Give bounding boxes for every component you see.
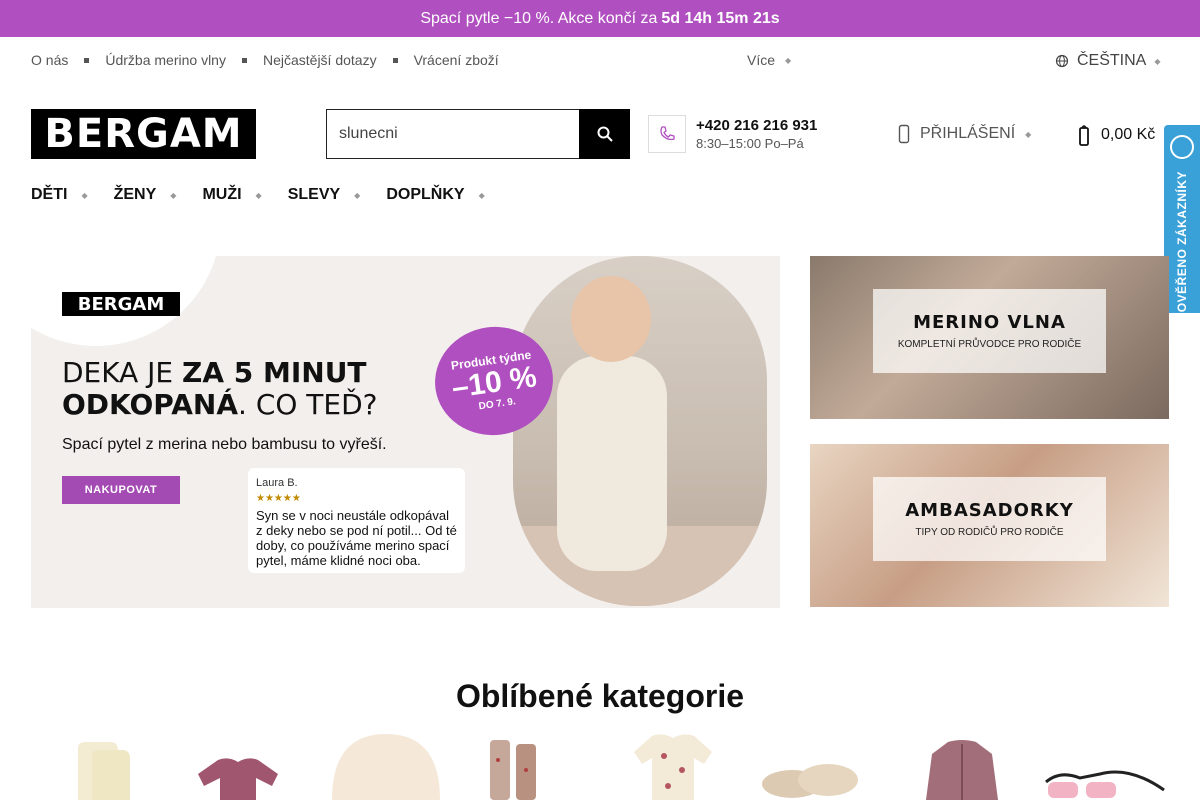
banner-subtitle: TIPY OD RODIČŮ PRO RODIČE — [915, 527, 1064, 538]
top-links: O nás Údržba merino vlny Nejčastější dot… — [31, 52, 499, 68]
cart-button[interactable]: 0,00 Kč — [1079, 124, 1155, 146]
banner-overlay: MERINO VLNA KOMPLETNÍ PRŮVODCE PRO RODIČ… — [873, 289, 1106, 373]
review-stars: ★★★★★ — [256, 493, 301, 504]
banner-title: AMBASADORKY — [905, 500, 1074, 521]
more-dropdown[interactable]: Více ◆ — [747, 52, 791, 68]
jacket-image — [926, 740, 998, 800]
promo-text: Spací pytle −10 %. Akce končí za — [420, 9, 658, 27]
separator-dot — [84, 57, 90, 63]
chevron-down-icon: ◆ — [1154, 56, 1161, 66]
user-icon — [898, 124, 910, 144]
hero-banner[interactable]: BERGAM DEKA JE ZA 5 MINUT ODKOPANÁ. CO T… — [31, 256, 780, 608]
nav-item-kids[interactable]: DĚTI ◆ — [31, 186, 88, 204]
nav-item-accessories[interactable]: DOPLŇKY ◆ — [386, 186, 484, 204]
search-button[interactable] — [579, 109, 630, 159]
bodysuit-image — [198, 758, 278, 800]
phone-number[interactable]: +420 216 216 931 — [696, 117, 817, 134]
cart-icon — [1079, 125, 1089, 146]
language-label: ČEŠTINA — [1077, 52, 1147, 69]
chevron-down-icon: ◆ — [170, 190, 177, 200]
chevron-down-icon: ◆ — [478, 190, 485, 200]
merino-guide-banner[interactable]: MERINO VLNA KOMPLETNÍ PRŮVODCE PRO RODIČ… — [810, 256, 1169, 419]
hero-photo-baby — [513, 256, 767, 606]
promo-countdown: 5d 14h 15m 21s — [661, 9, 780, 27]
nav-item-men[interactable]: MUŽI ◆ — [202, 186, 261, 204]
nav-item-label: ŽENY — [113, 186, 157, 203]
search-icon — [597, 126, 613, 142]
search-input[interactable] — [326, 109, 579, 159]
banner-overlay: AMBASADORKY TIPY OD RODIČŮ PRO RODIČE — [873, 477, 1106, 561]
chevron-down-icon: ◆ — [255, 190, 262, 200]
nav-item-sale[interactable]: SLEVY ◆ — [288, 186, 361, 204]
hero-headline-bold: ZA 5 MINUT — [182, 356, 367, 389]
baby-body-shape — [557, 356, 667, 571]
nav-item-label: MUŽI — [202, 186, 242, 203]
nav-item-label: SLEVY — [287, 186, 341, 203]
banner-subtitle: KOMPLETNÍ PRŮVODCE PRO RODIČE — [897, 339, 1082, 350]
hero-headline-regular: DEKA JE — [62, 356, 183, 389]
main-nav: DĚTI ◆ ŽENY ◆ MUŽI ◆ SLEVY ◆ DOPLŇKY ◆ — [31, 186, 511, 204]
baby-head-shape — [571, 276, 651, 362]
login-label: PŘIHLÁŠENÍ — [920, 125, 1016, 142]
cart-total: 0,00 Kč — [1101, 126, 1156, 143]
category-item-boots[interactable] — [484, 730, 550, 800]
category-item-slippers[interactable] — [758, 730, 862, 800]
review-text: Syn se v noci neustále odkopával z deky … — [256, 508, 457, 568]
nav-item-label: DĚTI — [31, 186, 68, 203]
phone-hours: 8:30–15:00 Po–Pá — [696, 136, 804, 151]
review-author: Laura B. — [256, 477, 298, 489]
top-link-merino-care[interactable]: Údržba merino vlny — [105, 52, 226, 68]
chevron-down-icon: ◆ — [1025, 129, 1032, 139]
chevron-down-icon: ◆ — [354, 190, 361, 200]
phone-icon — [660, 126, 675, 141]
hero-logo: BERGAM — [62, 292, 180, 316]
hat-image — [332, 734, 440, 800]
promo-bar[interactable]: Spací pytle −10 %. Akce končí za 5d 14h … — [0, 0, 1200, 37]
hero-headline-bold: ODKOPANÁ — [62, 388, 239, 421]
verified-badge-label: OVĚŘENO ZÁKAZNÍKY — [1175, 171, 1189, 313]
category-item-jacket[interactable] — [920, 730, 1004, 800]
more-label: Více — [747, 52, 776, 68]
pyjamas-image — [634, 734, 712, 800]
globe-icon — [1055, 54, 1069, 68]
top-link-about[interactable]: O nás — [31, 52, 68, 68]
hero-headline-line1: DEKA JE ZA 5 MINUT — [62, 356, 367, 389]
site-logo[interactable]: BERGAM — [31, 109, 256, 159]
separator-dot — [241, 57, 247, 63]
hero-headline-line2: ODKOPANÁ. CO TEĎ? — [62, 388, 378, 421]
category-item-hat[interactable] — [328, 730, 444, 800]
categories-row — [40, 730, 1180, 800]
login-button[interactable]: PŘIHLÁŠENÍ ◆ — [898, 124, 1031, 144]
category-item-pyjamas[interactable] — [628, 730, 718, 800]
hero-headline-regular: . CO TEĎ? — [238, 388, 378, 421]
review-card: Laura B. ★★★★★ Syn se v noci neustále od… — [248, 468, 465, 573]
category-item-sunglasses[interactable] — [1040, 730, 1170, 800]
category-item-bodysuit[interactable] — [188, 730, 288, 800]
hero-subtitle: Spací pytel z merina nebo bambusu to vyř… — [62, 436, 387, 453]
top-link-faq[interactable]: Nejčastější dotazy — [263, 52, 377, 68]
banner-title: MERINO VLNA — [913, 312, 1066, 333]
hero-shop-button[interactable]: NAKUPOVAT — [62, 476, 180, 504]
phone-button[interactable] — [648, 115, 686, 153]
search-bar — [326, 109, 630, 159]
slippers-image — [762, 764, 858, 798]
verified-customers-badge[interactable]: OVĚŘENO ZÁKAZNÍKY — [1164, 125, 1200, 313]
categories-title: Oblíbené kategorie — [455, 678, 745, 714]
chevron-down-icon: ◆ — [785, 55, 792, 65]
top-link-returns[interactable]: Vrácení zboží — [414, 52, 499, 68]
ambassadors-banner[interactable]: AMBASADORKY TIPY OD RODIČŮ PRO RODIČE — [810, 444, 1169, 607]
chevron-down-icon: ◆ — [81, 190, 88, 200]
nav-item-label: DOPLŇKY — [386, 186, 465, 203]
category-item-socks[interactable] — [70, 730, 140, 800]
boots-image — [490, 740, 536, 800]
sunglasses-image — [1045, 770, 1165, 798]
socks-image — [78, 742, 130, 800]
nav-item-women[interactable]: ŽENY ◆ — [114, 186, 177, 204]
separator-dot — [392, 57, 398, 63]
verified-seal-icon — [1170, 135, 1194, 159]
language-selector[interactable]: ČEŠTINA ◆ — [1055, 52, 1161, 70]
